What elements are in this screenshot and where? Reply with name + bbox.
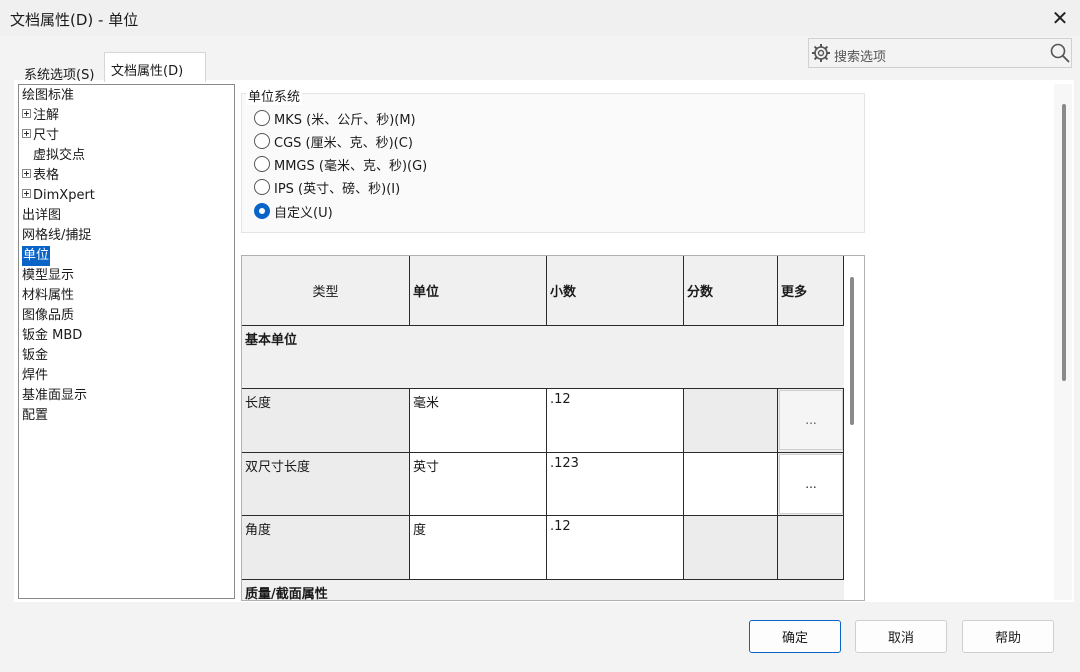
gear-icon [812,44,830,62]
search-options-box[interactable]: 搜索选项 [808,38,1072,68]
tree-item-detailing[interactable]: 出详图 [22,206,61,226]
tree-item-tables[interactable]: 表格 [22,166,59,186]
tree-item-sheet-metal[interactable]: 钣金 [22,346,48,366]
category-tree[interactable]: 绘图标准 注解 尺寸 虚拟交点 表格 DimXpert 出详图 网格线/捕捉 单… [18,84,235,599]
row-angle-fractions [684,516,778,580]
row-angle-more-cell [778,516,844,580]
close-icon[interactable]: ✕ [1044,2,1076,34]
ok-button[interactable]: 确定 [749,620,841,653]
radio-button[interactable] [254,133,270,149]
tree-item-annotations[interactable]: 注解 [22,106,59,126]
tree-item-model-display[interactable]: 模型显示 [22,266,74,286]
radio-ips[interactable]: IPS (英寸、磅、秒)(I) [254,177,400,197]
radio-mks[interactable]: MKS (米、公斤、秒)(M) [254,108,416,128]
row-length-type: 长度 [242,389,410,453]
row-dual-length-decimals[interactable]: .123 [547,453,684,516]
column-header-unit: 单位 [410,256,547,326]
tree-item-dimensions[interactable]: 尺寸 [22,126,59,146]
row-angle-unit[interactable]: 度 [410,516,547,580]
radio-button-selected[interactable] [254,203,270,219]
column-header-fractions: 分数 [684,256,778,326]
tree-item-grid-snap[interactable]: 网格线/捕捉 [22,226,91,246]
radio-button[interactable] [254,110,270,126]
column-header-type: 类型 [242,256,410,326]
radio-button[interactable] [254,179,270,195]
column-header-more: 更多 [778,256,844,326]
tree-item-plane-display[interactable]: 基准面显示 [22,386,87,406]
panel-scrollbar-thumb[interactable] [1062,104,1066,381]
search-icon[interactable] [1049,42,1071,64]
tree-item-configurations[interactable]: 配置 [22,406,48,426]
expand-icon[interactable] [22,169,31,178]
row-dual-length-fractions[interactable] [684,453,778,516]
radio-cgs[interactable]: CGS (厘米、克、秒)(C) [254,131,413,151]
more-button-dual-length[interactable]: ... [779,454,843,514]
tree-item-units[interactable]: 单位 [22,246,51,266]
row-dual-length-unit[interactable]: 英寸 [410,453,547,516]
expand-icon[interactable] [22,129,31,138]
dialog-window: 文档属性(D) - 单位 ✕ 系统选项(S) 文档属性(D) 搜索选项 绘图标准… [0,0,1080,672]
cancel-button[interactable]: 取消 [855,620,947,653]
tree-item-dimxpert[interactable]: DimXpert [22,186,95,206]
row-length-decimals[interactable]: .12 [547,389,684,453]
tree-item-virtual-sharps[interactable]: 虚拟交点 [33,146,85,166]
section-mass-properties: 质量/截面属性 [242,580,844,600]
expand-icon[interactable] [22,189,31,198]
radio-custom[interactable]: 自定义(U) [254,201,333,221]
expand-icon[interactable] [22,109,31,118]
tree-item-image-quality[interactable]: 图像品质 [22,306,74,326]
tab-document-properties[interactable]: 文档属性(D) [104,52,206,82]
tree-item-material-properties[interactable]: 材料属性 [22,286,74,306]
window-title: 文档属性(D) - 单位 [10,11,139,29]
more-button-length[interactable]: ... [779,390,843,450]
tree-item-drawing-standard[interactable]: 绘图标准 [22,86,74,106]
row-angle-type: 角度 [242,516,410,580]
table-scrollbar[interactable] [850,277,854,425]
row-length-fractions [684,389,778,453]
title-bar: 文档属性(D) - 单位 ✕ [0,0,1080,36]
section-basic-units: 基本单位 [242,326,844,389]
units-table: 类型 单位 小数 分数 更多 基本单位 长度 毫米 .12 ... 双尺寸长度 … [241,255,865,601]
search-placeholder: 搜索选项 [834,50,887,65]
tab-system-options[interactable]: 系统选项(S) [18,57,100,85]
tree-item-sheet-metal-mbd[interactable]: 钣金 MBD [22,326,82,346]
radio-mmgs[interactable]: MMGS (毫米、克、秒)(G) [254,154,427,174]
row-length-unit[interactable]: 毫米 [410,389,547,453]
radio-button[interactable] [254,156,270,172]
row-angle-decimals[interactable]: .12 [547,516,684,580]
row-dual-length-type: 双尺寸长度 [242,453,410,516]
help-button[interactable]: 帮助 [962,620,1054,653]
column-header-decimals: 小数 [547,256,684,326]
tree-item-weldments[interactable]: 焊件 [22,366,48,386]
unit-system-title: 单位系统 [246,86,303,105]
